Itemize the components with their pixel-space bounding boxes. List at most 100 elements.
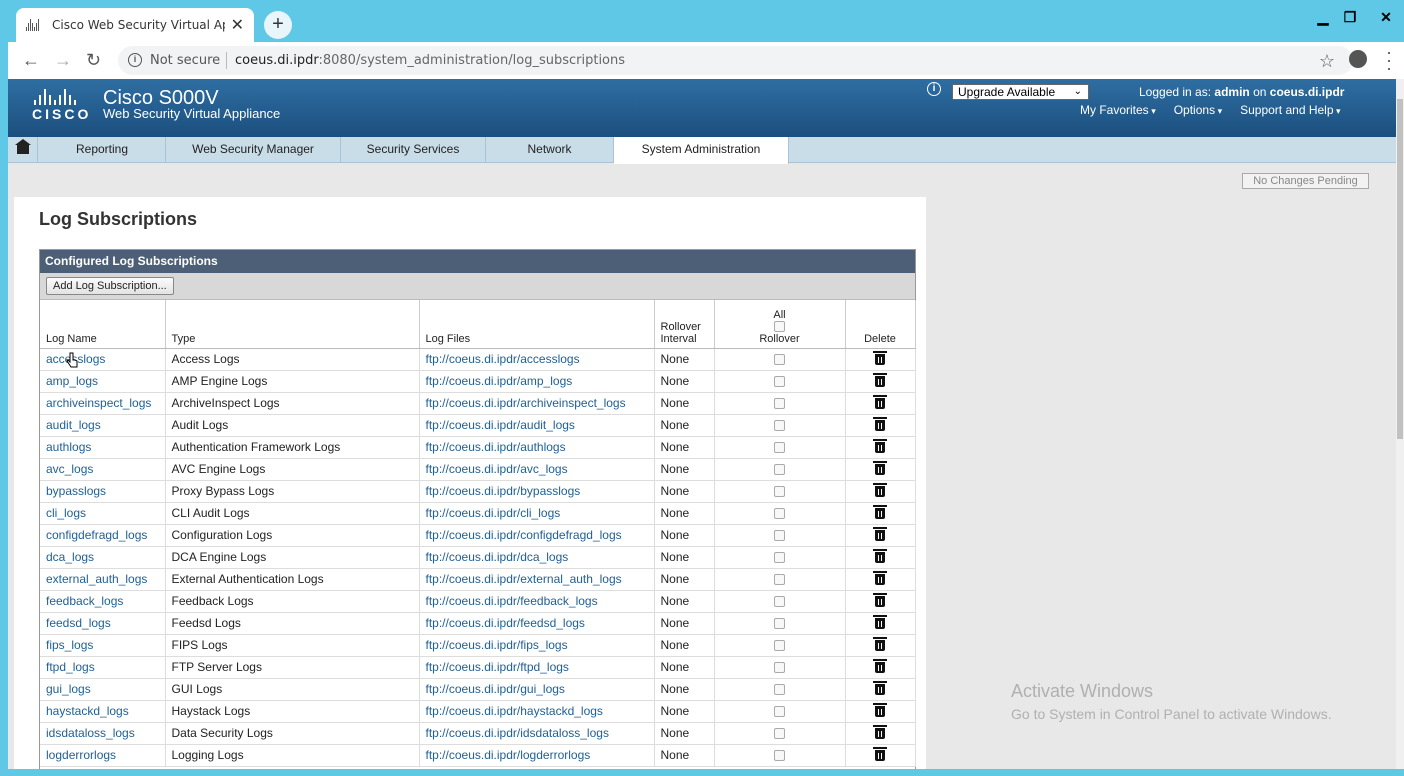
rollover-checkbox[interactable] xyxy=(774,750,785,762)
trash-icon[interactable] xyxy=(873,615,887,630)
nav-reporting[interactable]: Reporting xyxy=(39,137,166,163)
rollover-checkbox[interactable] xyxy=(774,420,785,432)
trash-icon[interactable] xyxy=(873,659,887,674)
log-name-link[interactable]: avc_logs xyxy=(46,462,93,476)
log-files-link[interactable]: ftp://coeus.di.ipdr/feedsd_logs xyxy=(426,616,585,630)
log-files-link[interactable]: ftp://coeus.di.ipdr/idsdataloss_logs xyxy=(426,726,609,740)
trash-icon[interactable] xyxy=(873,593,887,608)
trash-icon[interactable] xyxy=(873,439,887,454)
rollover-checkbox[interactable] xyxy=(774,574,785,586)
trash-icon[interactable] xyxy=(873,703,887,718)
log-files-link[interactable]: ftp://coeus.di.ipdr/fips_logs xyxy=(426,638,568,652)
rollover-checkbox[interactable] xyxy=(774,508,785,520)
trash-icon[interactable] xyxy=(873,351,887,366)
rollover-checkbox[interactable] xyxy=(774,464,785,476)
minimize-icon[interactable]: ▁ xyxy=(1310,8,1336,28)
rollover-checkbox[interactable] xyxy=(774,552,785,564)
rollover-checkbox[interactable] xyxy=(774,398,785,410)
rollover-checkbox[interactable] xyxy=(774,684,785,696)
restore-icon[interactable]: ❐ xyxy=(1337,8,1363,28)
log-name-link[interactable]: audit_logs xyxy=(46,418,101,432)
options-menu[interactable]: Options xyxy=(1174,103,1222,117)
home-button[interactable] xyxy=(8,137,38,163)
log-name-link[interactable]: dca_logs xyxy=(46,550,94,564)
nav-system-administration[interactable]: System Administration xyxy=(614,137,789,164)
trash-icon[interactable] xyxy=(873,395,887,410)
page-scrollbar[interactable] xyxy=(1396,79,1404,769)
browser-tab[interactable]: Cisco Web Security Virtual Applia ✕ xyxy=(16,8,254,42)
log-name-link[interactable]: feedsd_logs xyxy=(46,616,111,630)
trash-icon[interactable] xyxy=(873,417,887,432)
info-icon[interactable]: i xyxy=(927,82,941,96)
close-tab-icon[interactable]: ✕ xyxy=(231,15,244,35)
trash-icon[interactable] xyxy=(873,637,887,652)
rollover-checkbox[interactable] xyxy=(774,442,785,454)
security-label[interactable]: Not secure xyxy=(150,53,220,68)
trash-icon[interactable] xyxy=(873,571,887,586)
log-files-link[interactable]: ftp://coeus.di.ipdr/avc_logs xyxy=(426,462,568,476)
log-files-link[interactable]: ftp://coeus.di.ipdr/external_auth_logs xyxy=(426,572,622,586)
my-favorites-menu[interactable]: My Favorites xyxy=(1080,103,1156,117)
nav-security-services[interactable]: Security Services xyxy=(341,137,486,163)
log-files-link[interactable]: ftp://coeus.di.ipdr/dca_logs xyxy=(426,550,569,564)
log-files-link[interactable]: ftp://coeus.di.ipdr/ftpd_logs xyxy=(426,660,569,674)
nav-web-security-manager[interactable]: Web Security Manager xyxy=(166,137,341,163)
log-name-link[interactable]: feedback_logs xyxy=(46,594,123,608)
log-name-link[interactable]: logderrorlogs xyxy=(46,748,116,762)
log-files-link[interactable]: ftp://coeus.di.ipdr/configdefragd_logs xyxy=(426,528,622,542)
log-files-link[interactable]: ftp://coeus.di.ipdr/archiveinspect_logs xyxy=(426,396,626,410)
upgrade-dropdown[interactable]: Upgrade Available ⌄ xyxy=(952,84,1089,100)
address-bar[interactable]: i Not secure coeus.di.ipdr:8080/system_a… xyxy=(118,46,1353,75)
log-name-link[interactable]: ftpd_logs xyxy=(46,660,95,674)
log-name-link[interactable]: amp_logs xyxy=(46,374,98,388)
forward-icon[interactable]: → xyxy=(54,50,72,71)
menu-icon[interactable]: · · · xyxy=(1386,43,1392,77)
trash-icon[interactable] xyxy=(873,725,887,740)
log-name-link[interactable]: configdefragd_logs xyxy=(46,528,147,542)
trash-icon[interactable] xyxy=(873,483,887,498)
log-files-link[interactable]: ftp://coeus.di.ipdr/haystackd_logs xyxy=(426,704,603,718)
log-files-link[interactable]: ftp://coeus.di.ipdr/bypasslogs xyxy=(426,484,581,498)
rollover-checkbox[interactable] xyxy=(774,706,785,718)
window-close-icon[interactable]: ✕ xyxy=(1373,8,1399,28)
col-log-files[interactable]: Log Files xyxy=(419,300,655,349)
trash-icon[interactable] xyxy=(873,505,887,520)
rollover-checkbox[interactable] xyxy=(774,596,785,608)
reload-icon[interactable]: ↻ xyxy=(86,50,101,71)
support-help-menu[interactable]: Support and Help xyxy=(1240,103,1340,117)
log-name-link[interactable]: external_auth_logs xyxy=(46,572,147,586)
log-name-link[interactable]: cli_logs xyxy=(46,506,86,520)
profile-icon[interactable] xyxy=(1349,50,1367,68)
col-log-name[interactable]: Log Name xyxy=(40,300,166,349)
log-files-link[interactable]: ftp://coeus.di.ipdr/gui_logs xyxy=(426,682,565,696)
rollover-checkbox[interactable] xyxy=(774,662,785,674)
changes-pending-button[interactable]: No Changes Pending xyxy=(1242,173,1369,189)
rollover-checkbox[interactable] xyxy=(774,486,785,498)
rollover-checkbox[interactable] xyxy=(774,618,785,630)
back-icon[interactable]: ← xyxy=(22,50,40,71)
select-all-checkbox[interactable] xyxy=(774,321,785,333)
log-name-link[interactable]: authlogs xyxy=(46,440,91,454)
nav-network[interactable]: Network xyxy=(486,137,614,163)
cisco-logo[interactable]: CISCO xyxy=(32,89,91,122)
url-text[interactable]: coeus.di.ipdr:8080/system_administration… xyxy=(235,53,625,68)
trash-icon[interactable] xyxy=(873,681,887,696)
info-icon[interactable]: i xyxy=(128,53,142,67)
star-icon[interactable]: ☆ xyxy=(1319,51,1335,72)
log-files-link[interactable]: ftp://coeus.di.ipdr/logderrorlogs xyxy=(426,748,591,762)
log-name-link[interactable]: fips_logs xyxy=(46,638,93,652)
rollover-checkbox[interactable] xyxy=(774,530,785,542)
trash-icon[interactable] xyxy=(873,747,887,762)
log-files-link[interactable]: ftp://coeus.di.ipdr/amp_logs xyxy=(426,374,573,388)
log-name-link[interactable]: archiveinspect_logs xyxy=(46,396,151,410)
new-tab-icon[interactable]: + xyxy=(264,11,292,39)
trash-icon[interactable] xyxy=(873,461,887,476)
rollover-checkbox[interactable] xyxy=(774,640,785,652)
rollover-checkbox[interactable] xyxy=(774,354,785,366)
log-files-link[interactable]: ftp://coeus.di.ipdr/cli_logs xyxy=(426,506,561,520)
log-name-link[interactable]: bypasslogs xyxy=(46,484,106,498)
log-files-link[interactable]: ftp://coeus.di.ipdr/feedback_logs xyxy=(426,594,598,608)
rollover-checkbox[interactable] xyxy=(774,376,785,388)
log-name-link[interactable]: idsdataloss_logs xyxy=(46,726,135,740)
rollover-checkbox[interactable] xyxy=(774,728,785,740)
